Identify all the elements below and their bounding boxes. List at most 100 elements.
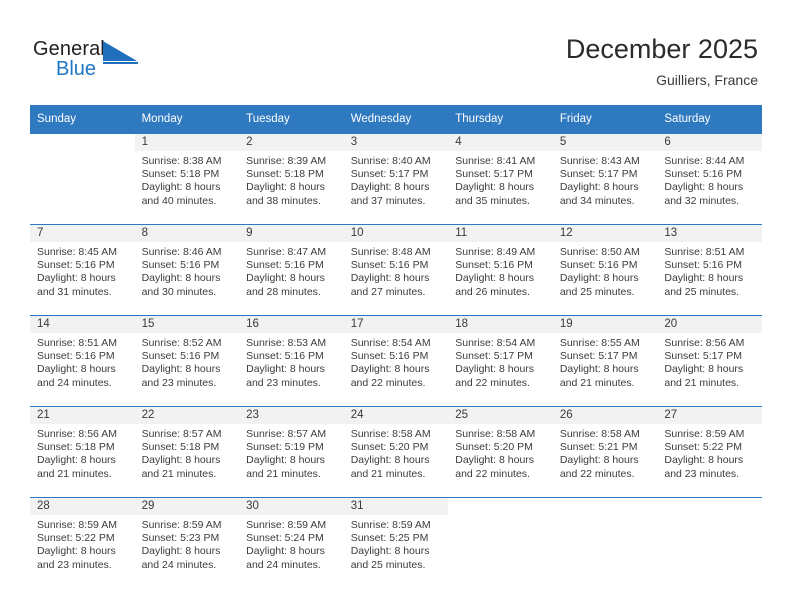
day-detail-line: and 38 minutes.	[246, 194, 321, 207]
day-number: 8	[134, 225, 240, 242]
calendar-day-cell[interactable]: 14 Sunrise: 8:51 AM Sunset: 5:16 PM Dayligh…	[30, 315, 135, 407]
calendar-day-cell[interactable]: 19 Sunrise: 8:55 AM Sunset: 5:17 PM Dayligh…	[552, 315, 658, 407]
day-cell-inner: 29 Sunrise: 8:59 AM Sunset: 5:23 PM Dayligh…	[134, 498, 240, 588]
day-cell-inner	[448, 498, 553, 588]
day-detail-line: and 21 minutes.	[246, 467, 321, 480]
calendar-day-cell[interactable]: 26 Sunrise: 8:58 AM Sunset: 5:21 PM Dayligh…	[552, 406, 658, 498]
day-number: 11	[448, 225, 553, 242]
day-number: 26	[552, 407, 658, 424]
day-detail-line: Sunrise: 8:38 AM	[141, 155, 222, 167]
page-header: General Blue December 2025 Guilliers, Fr…	[0, 0, 792, 104]
day-detail-line: and 23 minutes.	[664, 467, 740, 480]
day-detail-line: Sunrise: 8:54 AM	[350, 337, 431, 349]
day-detail-line: Sunset: 5:22 PM	[37, 532, 115, 545]
day-number: 18	[448, 316, 553, 333]
day-cell-inner	[552, 498, 658, 588]
weekday-header-thursday: Thursday	[448, 105, 553, 134]
calendar-day-cell[interactable]: 21 Sunrise: 8:56 AM Sunset: 5:18 PM Dayligh…	[30, 406, 135, 498]
day-cell-inner: 2 Sunrise: 8:39 AM Sunset: 5:18 PM Daylight…	[239, 134, 344, 224]
calendar-day-cell[interactable]: 6 Sunrise: 8:44 AM Sunset: 5:16 PM Daylight…	[657, 133, 762, 225]
day-details: Sunrise: 8:58 AM Sunset: 5:20 PM Daylight:…	[448, 424, 553, 481]
day-number: 13	[657, 225, 762, 242]
day-details: Sunrise: 8:51 AM Sunset: 5:16 PM Daylight:…	[30, 333, 135, 390]
calendar-day-cell[interactable]: 28 Sunrise: 8:59 AM Sunset: 5:22 PM Dayligh…	[30, 497, 135, 588]
day-detail-line: and 21 minutes.	[664, 376, 740, 389]
day-detail-line: Sunrise: 8:57 AM	[141, 428, 222, 440]
day-detail-line: Sunrise: 8:51 AM	[664, 246, 745, 258]
day-details: Sunrise: 8:50 AM Sunset: 5:16 PM Daylight:…	[553, 242, 658, 299]
day-detail-line: Sunset: 5:25 PM	[350, 532, 429, 545]
day-details: Sunrise: 8:57 AM Sunset: 5:19 PM Daylight:…	[239, 424, 344, 481]
day-number: 14	[30, 316, 135, 333]
calendar-day-cell[interactable]: 13 Sunrise: 8:51 AM Sunset: 5:16 PM Dayligh…	[657, 224, 762, 316]
day-detail-line: Sunrise: 8:40 AM	[350, 155, 431, 167]
day-number: 12	[552, 225, 658, 242]
day-details: Sunrise: 8:56 AM Sunset: 5:18 PM Daylight:…	[30, 424, 135, 481]
day-detail-line: Daylight: 8 hours	[141, 454, 221, 467]
day-detail-line: Sunset: 5:20 PM	[350, 441, 429, 454]
weekday-header-tuesday: Tuesday	[239, 105, 344, 134]
day-detail-line: Daylight: 8 hours	[664, 181, 744, 194]
day-number: 28	[30, 498, 135, 515]
day-details: Sunrise: 8:38 AM Sunset: 5:18 PM Daylight:…	[135, 151, 240, 208]
calendar-header-row: Sunday Monday Tuesday Wednesday Thursday Frid…	[30, 105, 762, 134]
day-detail-line: and 23 minutes.	[37, 558, 112, 571]
calendar-page: General Blue December 2025 Guilliers, Fr…	[0, 0, 792, 612]
day-details: Sunrise: 8:59 AM Sunset: 5:22 PM Daylight:…	[30, 515, 135, 572]
day-cell-inner: 3 Sunrise: 8:40 AM Sunset: 5:17 PM Daylight…	[343, 134, 449, 224]
calendar-day-cell[interactable]: 12 Sunrise: 8:50 AM Sunset: 5:16 PM Dayligh…	[552, 224, 658, 316]
day-details: Sunrise: 8:59 AM Sunset: 5:24 PM Daylight:…	[239, 515, 344, 572]
calendar-day-cell[interactable]: 2 Sunrise: 8:39 AM Sunset: 5:18 PM Daylight…	[239, 133, 344, 225]
calendar-day-cell[interactable]: 4 Sunrise: 8:41 AM Sunset: 5:17 PM Daylight…	[448, 133, 553, 225]
day-details: Sunrise: 8:48 AM Sunset: 5:16 PM Daylight:…	[344, 242, 449, 299]
day-detail-line: Sunset: 5:18 PM	[246, 168, 324, 181]
calendar-day-cell[interactable]: 1 Sunrise: 8:38 AM Sunset: 5:18 PM Daylight…	[134, 133, 240, 225]
calendar-day-cell[interactable]: 18 Sunrise: 8:54 AM Sunset: 5:17 PM Dayligh…	[448, 315, 553, 407]
logo-text-blue: Blue	[56, 58, 97, 80]
calendar-day-cell[interactable]: 27 Sunrise: 8:59 AM Sunset: 5:22 PM Dayligh…	[657, 406, 762, 498]
calendar-day-cell[interactable]: 17 Sunrise: 8:54 AM Sunset: 5:16 PM Dayligh…	[343, 315, 449, 407]
day-cell-inner: 9 Sunrise: 8:47 AM Sunset: 5:16 PM Daylight…	[239, 225, 344, 315]
day-detail-line: Sunrise: 8:53 AM	[246, 337, 327, 349]
calendar-day-cell[interactable]: 24 Sunrise: 8:58 AM Sunset: 5:20 PM Dayligh…	[343, 406, 449, 498]
day-detail-line: Sunset: 5:16 PM	[141, 350, 220, 363]
day-number: 7	[30, 225, 135, 242]
calendar-day-cell[interactable]: 11 Sunrise: 8:49 AM Sunset: 5:16 PM Dayligh…	[448, 224, 553, 316]
calendar-day-cell[interactable]: 5 Sunrise: 8:43 AM Sunset: 5:17 PM Daylight…	[552, 133, 658, 225]
calendar-day-cell[interactable]: 9 Sunrise: 8:47 AM Sunset: 5:16 PM Daylight…	[239, 224, 344, 316]
day-cell-inner: 31 Sunrise: 8:59 AM Sunset: 5:25 PM Dayligh…	[343, 498, 449, 588]
day-details: Sunrise: 8:47 AM Sunset: 5:16 PM Daylight:…	[239, 242, 344, 299]
calendar-day-cell[interactable]: 7 Sunrise: 8:45 AM Sunset: 5:16 PM Daylight…	[30, 224, 135, 316]
day-number: 21	[30, 407, 135, 424]
day-cell-inner: 1 Sunrise: 8:38 AM Sunset: 5:18 PM Daylight…	[134, 134, 240, 224]
day-details: Sunrise: 8:44 AM Sunset: 5:16 PM Daylight:…	[657, 151, 762, 208]
general-blue-logo[interactable]: General Blue	[33, 38, 163, 86]
calendar-day-cell[interactable]: 8 Sunrise: 8:46 AM Sunset: 5:16 PM Daylight…	[134, 224, 240, 316]
page-title: December 2025	[565, 34, 758, 64]
calendar-day-cell[interactable]: 25 Sunrise: 8:58 AM Sunset: 5:20 PM Dayligh…	[448, 406, 553, 498]
calendar-day-cell[interactable]: 3 Sunrise: 8:40 AM Sunset: 5:17 PM Daylight…	[343, 133, 449, 225]
calendar-day-cell[interactable]: 30 Sunrise: 8:59 AM Sunset: 5:24 PM Dayligh…	[239, 497, 344, 588]
day-number: 2	[239, 134, 344, 151]
day-details: Sunrise: 8:59 AM Sunset: 5:23 PM Daylight:…	[135, 515, 240, 572]
calendar-day-cell[interactable]: 15 Sunrise: 8:52 AM Sunset: 5:16 PM Dayligh…	[134, 315, 240, 407]
calendar-day-cell[interactable]: 29 Sunrise: 8:59 AM Sunset: 5:23 PM Dayligh…	[134, 497, 240, 588]
title-block: December 2025 Guilliers, France	[566, 32, 758, 90]
calendar-day-cell[interactable]: 22 Sunrise: 8:57 AM Sunset: 5:18 PM Dayligh…	[134, 406, 240, 498]
day-detail-line: and 30 minutes.	[141, 285, 217, 298]
calendar-day-cell[interactable]: 20 Sunrise: 8:56 AM Sunset: 5:17 PM Dayligh…	[657, 315, 762, 407]
day-detail-line: and 24 minutes.	[246, 558, 321, 571]
calendar-day-cell[interactable]: 31 Sunrise: 8:59 AM Sunset: 5:25 PM Dayligh…	[343, 497, 449, 588]
day-details: Sunrise: 8:46 AM Sunset: 5:16 PM Daylight:…	[135, 242, 240, 299]
calendar-week-row: 7 Sunrise: 8:45 AM Sunset: 5:16 PM Daylight…	[30, 224, 762, 316]
calendar-day-cell[interactable]: 16 Sunrise: 8:53 AM Sunset: 5:16 PM Dayligh…	[239, 315, 344, 407]
day-number: 4	[448, 134, 553, 151]
calendar-day-cell[interactable]: 10 Sunrise: 8:48 AM Sunset: 5:16 PM Dayligh…	[343, 224, 449, 316]
day-detail-line: Sunset: 5:16 PM	[455, 259, 533, 272]
calendar-day-cell[interactable]: 23 Sunrise: 8:57 AM Sunset: 5:19 PM Dayligh…	[239, 406, 344, 498]
day-cell-inner: 20 Sunrise: 8:56 AM Sunset: 5:17 PM Dayligh…	[657, 316, 762, 406]
day-detail-line: Daylight: 8 hours	[350, 363, 430, 376]
day-detail-line: and 28 minutes.	[246, 285, 321, 298]
day-detail-line: Sunset: 5:16 PM	[350, 259, 429, 272]
calendar-body: 1 Sunrise: 8:38 AM Sunset: 5:18 PM Daylight…	[30, 133, 762, 588]
